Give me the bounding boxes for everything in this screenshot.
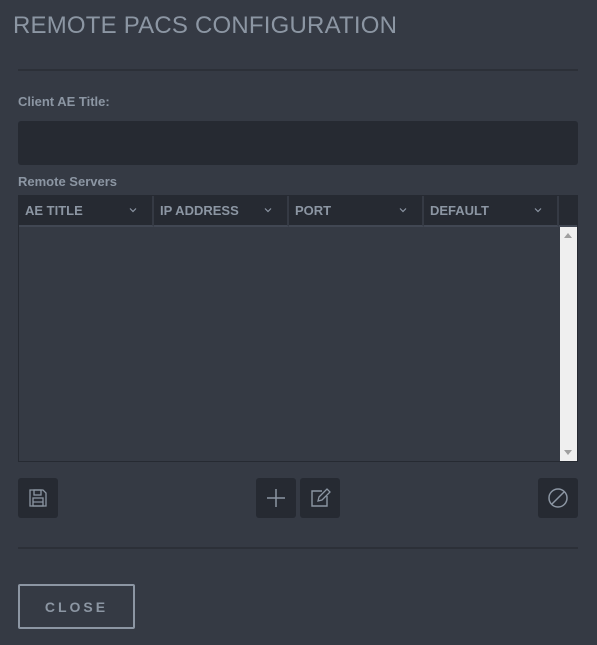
save-button[interactable]: [18, 478, 58, 518]
scroll-up-arrow-icon[interactable]: [564, 233, 572, 238]
header-divider: [18, 69, 578, 71]
column-label: PORT: [295, 203, 332, 218]
header-spacer: [559, 196, 577, 227]
column-label: DEFAULT: [430, 203, 489, 218]
remote-servers-grid: AE TITLE IP ADDRESS PORT DEFAULT: [18, 195, 578, 462]
close-button[interactable]: CLOSE: [18, 584, 135, 629]
column-header-ip-address[interactable]: IP ADDRESS: [154, 196, 289, 227]
ban-icon: [548, 488, 568, 508]
floppy-disk-icon: [29, 489, 47, 507]
chevron-down-icon[interactable]: [398, 205, 408, 215]
scroll-down-arrow-icon[interactable]: [564, 450, 572, 455]
remote-servers-label: Remote Servers: [18, 174, 117, 189]
delete-server-button[interactable]: [538, 478, 578, 518]
column-header-port[interactable]: PORT: [289, 196, 424, 227]
edit-pencil-icon: [311, 488, 331, 507]
column-header-ae-title[interactable]: AE TITLE: [19, 196, 154, 227]
client-ae-title-input[interactable]: [18, 121, 578, 165]
plus-icon: [267, 489, 285, 507]
column-label: IP ADDRESS: [160, 203, 239, 218]
chevron-down-icon[interactable]: [128, 205, 138, 215]
chevron-down-icon[interactable]: [263, 205, 273, 215]
edit-server-button[interactable]: [300, 478, 340, 518]
footer-divider: [18, 547, 578, 549]
client-ae-title-label: Client AE Title:: [18, 94, 110, 109]
add-server-button[interactable]: [256, 478, 296, 518]
chevron-down-icon[interactable]: [533, 205, 543, 215]
grid-scrollbar[interactable]: [560, 227, 577, 461]
dialog-title: REMOTE PACS CONFIGURATION: [13, 12, 398, 39]
grid-header: AE TITLE IP ADDRESS PORT DEFAULT: [19, 196, 577, 227]
column-label: AE TITLE: [25, 203, 83, 218]
column-header-default[interactable]: DEFAULT: [424, 196, 559, 227]
